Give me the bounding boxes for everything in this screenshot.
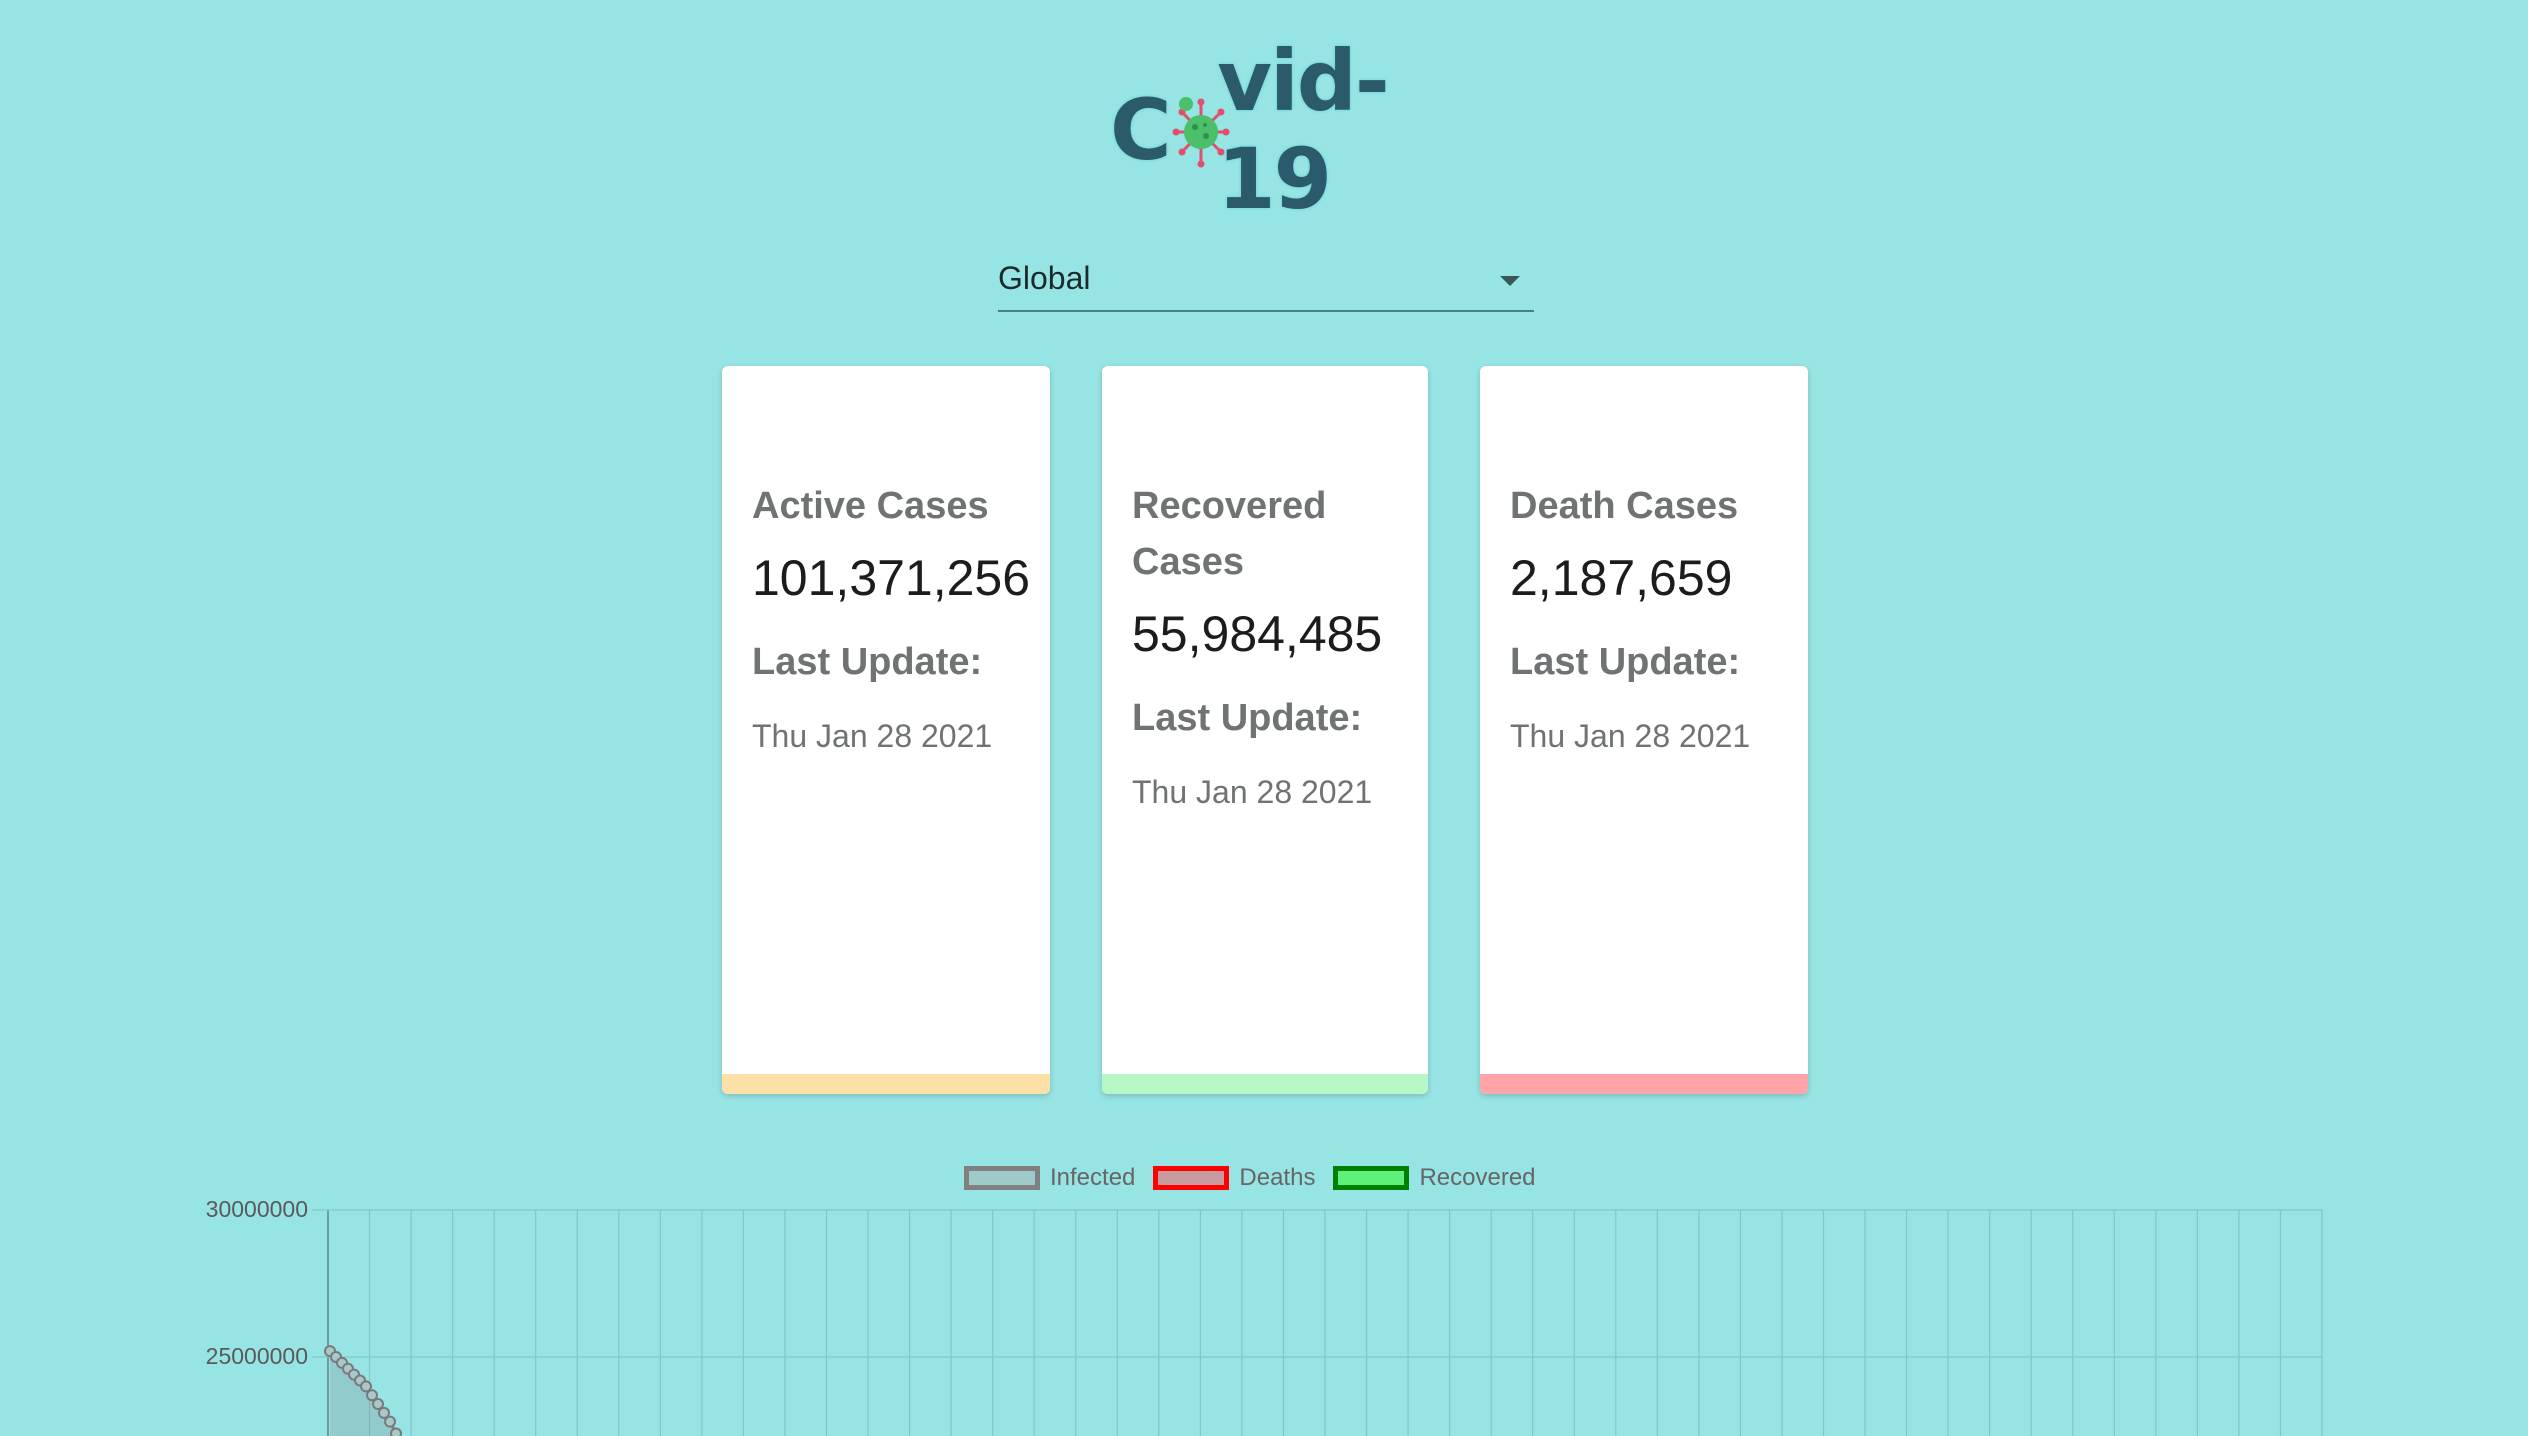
line-chart bbox=[312, 1209, 2323, 1436]
data-point-infected bbox=[390, 1427, 402, 1436]
data-point-infected bbox=[384, 1415, 396, 1428]
